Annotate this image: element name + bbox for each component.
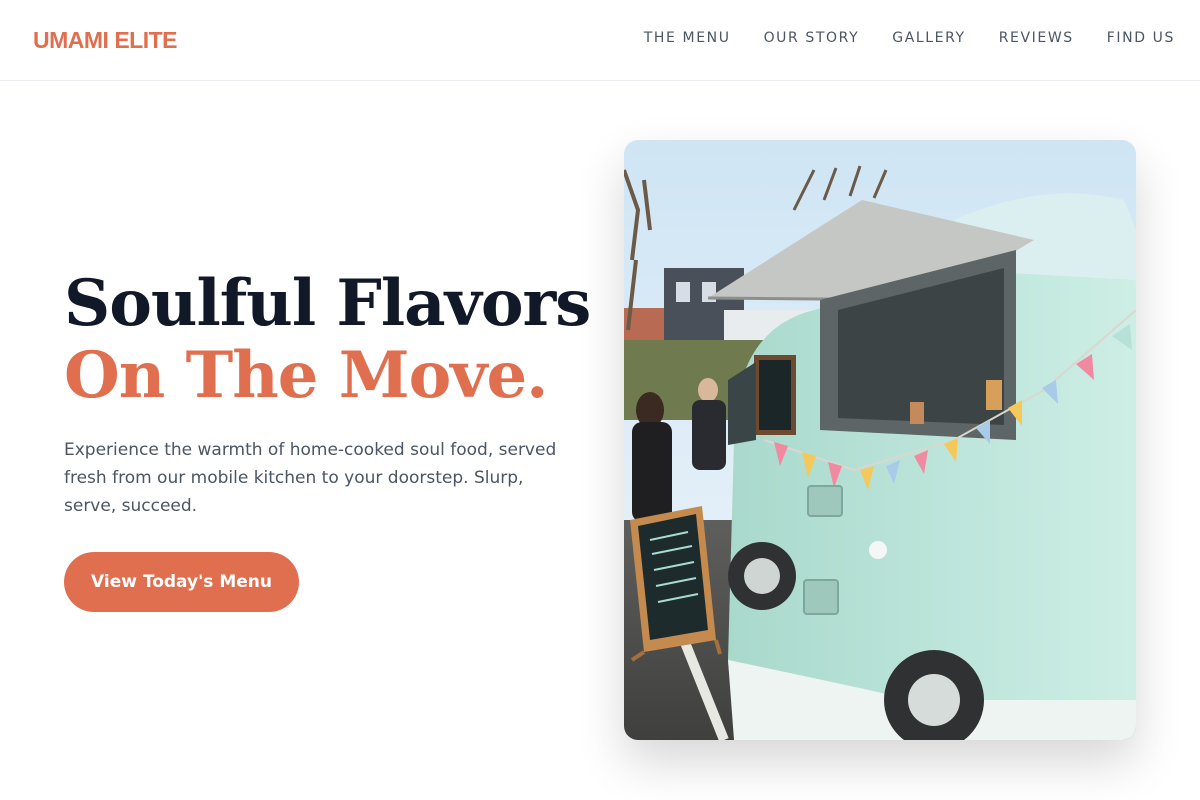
hero-title: Soulful Flavors On The Move.	[64, 266, 591, 413]
view-menu-button[interactable]: View Today's Menu	[64, 552, 299, 612]
hero-description: Experience the warmth of home-cooked sou…	[64, 440, 557, 516]
food-truck-illustration	[624, 140, 1136, 740]
nav-item-our-story[interactable]: OUR STORY	[764, 30, 860, 46]
hero-title-line2: On The Move.	[64, 338, 548, 413]
hero-image	[624, 140, 1136, 740]
brand-logo[interactable]: UMAMI ELITE	[33, 27, 178, 54]
nav-item-the-menu[interactable]: THE MENU	[644, 30, 731, 46]
nav-item-gallery[interactable]: GALLERY	[892, 30, 965, 46]
hero-title-line1: Soulful Flavors	[64, 266, 591, 341]
nav-item-reviews[interactable]: REVIEWS	[999, 30, 1074, 46]
main-nav: THE MENU OUR STORY GALLERY REVIEWS FIND …	[644, 30, 1175, 46]
site-header: UMAMI ELITE THE MENU OUR STORY GALLERY R…	[0, 0, 1200, 81]
nav-item-find-us[interactable]: FIND US	[1107, 30, 1175, 46]
